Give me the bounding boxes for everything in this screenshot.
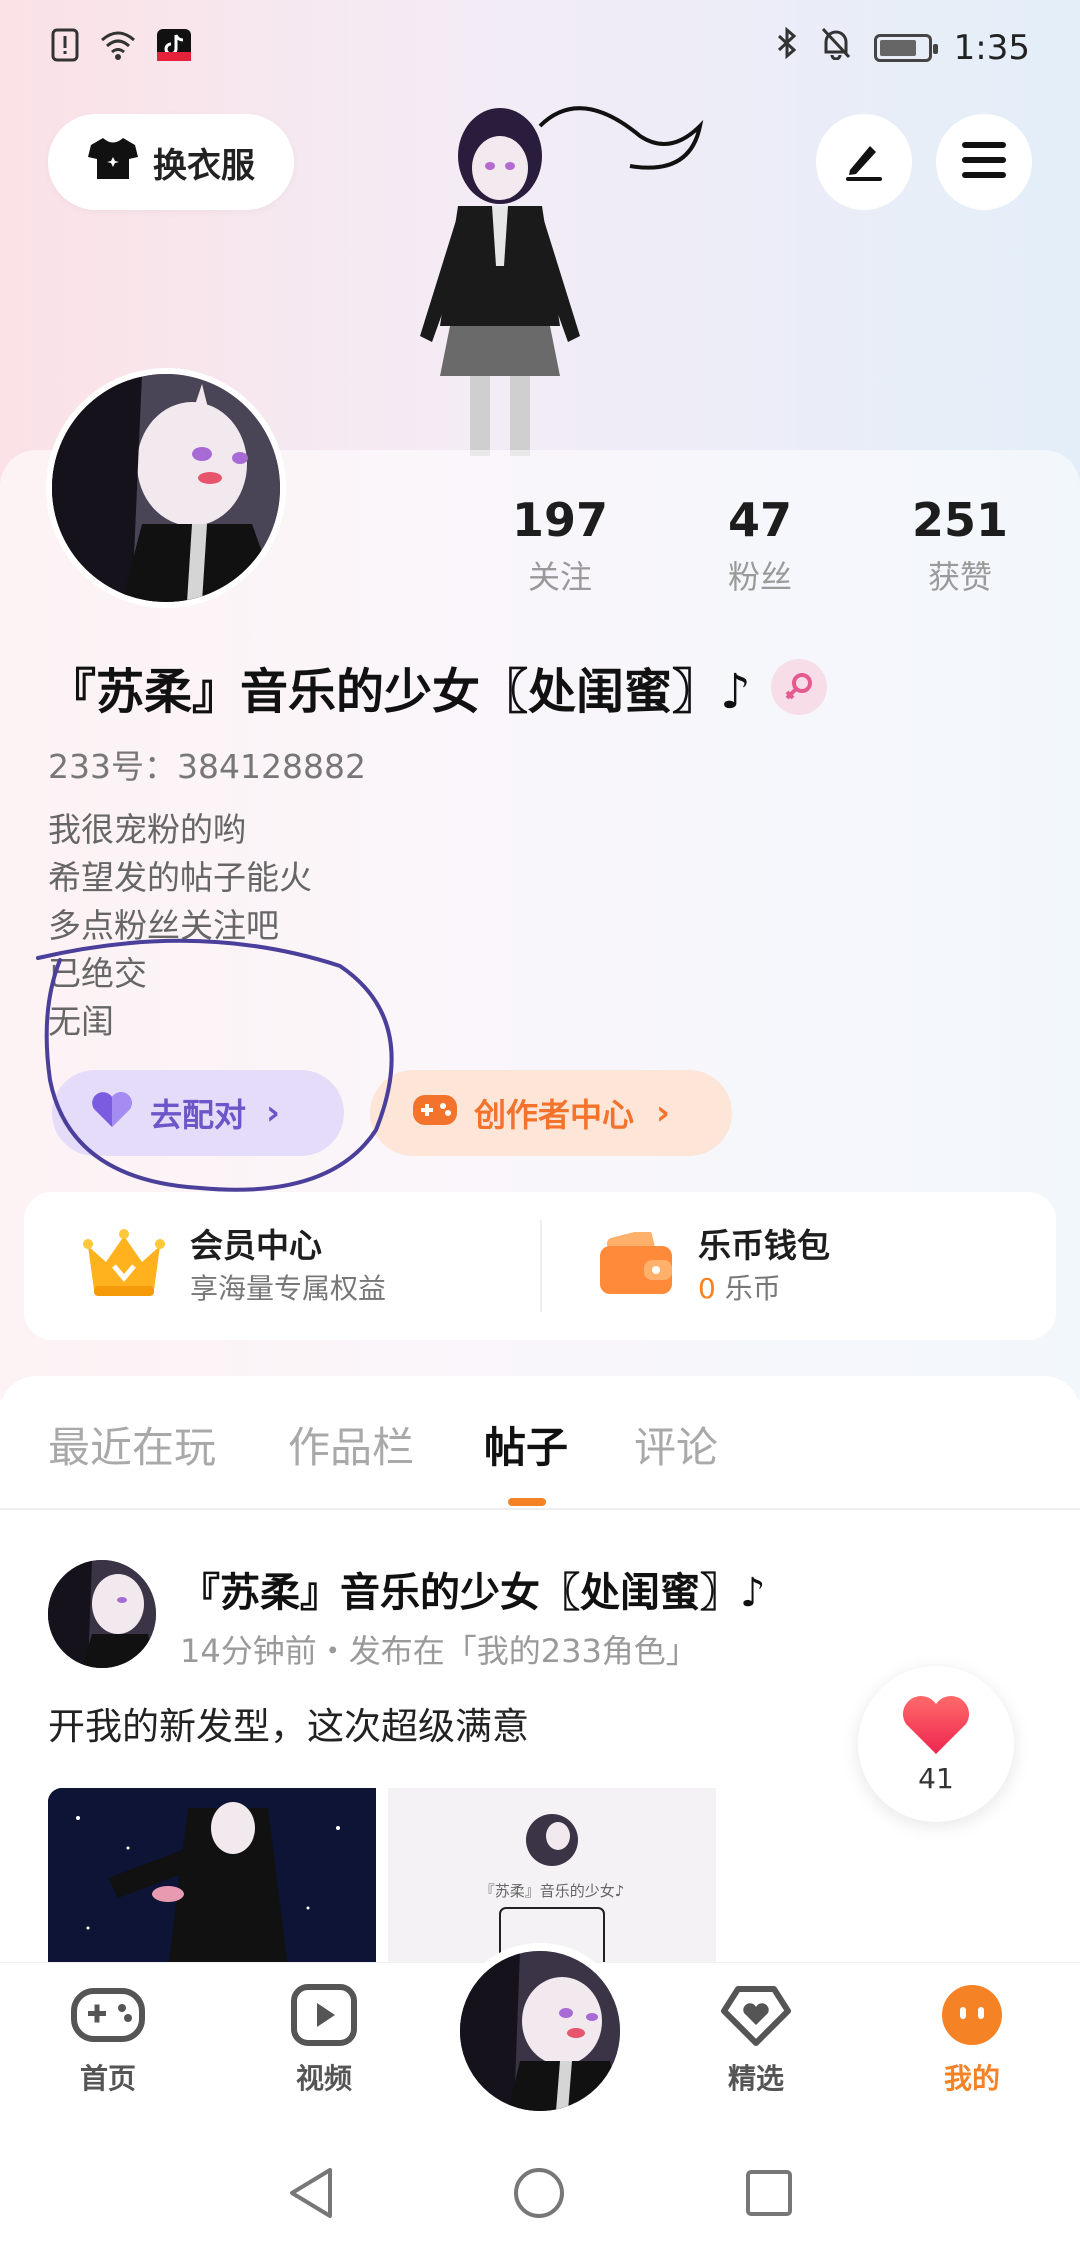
character-model[interactable] [400, 96, 720, 456]
edit-icon [840, 136, 888, 188]
post-text[interactable]: 开我的新发型，这次超级满意 [48, 1696, 529, 1750]
coin-amount: 0 [698, 1272, 716, 1305]
chevron-right-icon: › [266, 1093, 281, 1133]
bluetooth-icon [776, 26, 798, 69]
bio-line: 无闺 [48, 1002, 114, 1041]
status-bar: 1:35 [0, 0, 1080, 96]
vip-wallet-card: 会员中心 享海量专属权益 乐币钱包 0 乐币 [24, 1192, 1056, 1340]
nav-center-avatar-button[interactable] [452, 1943, 628, 2119]
change-outfit-label: 换衣服 [153, 145, 255, 186]
coin-wallet-title: 乐币钱包 [698, 1226, 830, 1265]
wifi-icon [98, 28, 138, 62]
back-triangle-icon[interactable] [286, 2166, 336, 2224]
coin-balance: 0 乐币 [698, 1269, 830, 1309]
user-id: 233号：384128882 [48, 747, 366, 786]
profile-nickname: 『苏柔』音乐的少女〖处闺蜜〗♪ [48, 652, 827, 722]
clock: 1:35 [953, 27, 1030, 68]
tab-works[interactable]: 作品栏 [288, 1414, 414, 1475]
edit-profile-button[interactable] [816, 114, 912, 210]
nav-video-label: 视频 [295, 2062, 352, 2095]
tab-comments[interactable]: 评论 [634, 1414, 718, 1475]
bio-line: 希望发的帖子能火 [48, 858, 312, 897]
profile-tabs: 最近在玩 作品栏 帖子 评论 [0, 1376, 1080, 1510]
nav-video[interactable]: 视频 [254, 1983, 394, 2097]
menu-button[interactable] [936, 114, 1032, 210]
creator-center-label: 创作者中心 [474, 1096, 635, 1134]
like-button[interactable]: 41 [858, 1666, 1014, 1822]
coin-wallet-entry[interactable]: 乐币钱包 0 乐币 [540, 1192, 1056, 1340]
change-outfit-button[interactable]: 换衣服 [48, 114, 294, 210]
alert-icon [50, 28, 80, 62]
following-label: 关注 [527, 558, 592, 596]
nav-home[interactable]: 首页 [38, 1983, 178, 2097]
play-icon [290, 1984, 358, 2051]
followers-stat[interactable]: 47 粉丝 [680, 488, 840, 602]
following-stat[interactable]: 197 关注 [480, 488, 640, 602]
post-image[interactable] [48, 1788, 376, 1968]
profile-bio: 我很宠粉的哟 希望发的帖子能火 多点粉丝关注吧 已绝交 无闺 [48, 806, 312, 1046]
heart-icon [88, 1089, 136, 1137]
chevron-right-icon: › [656, 1093, 671, 1133]
mute-icon [820, 26, 852, 69]
tiktok-icon [156, 28, 192, 62]
bio-line: 我很宠粉的哟 [48, 810, 246, 849]
nav-featured-label: 精选 [727, 2062, 784, 2095]
tab-posts[interactable]: 帖子 [484, 1414, 568, 1475]
likes-count: 251 [911, 493, 1009, 547]
recents-square-icon[interactable] [744, 2168, 794, 2222]
system-navigation-bar [0, 2142, 1080, 2244]
bottom-navigation: 首页 视频 精选 我的 [0, 1943, 1080, 2142]
gamepad-icon [412, 1091, 458, 1135]
nav-home-label: 首页 [79, 2062, 136, 2095]
profile-stats: 197 关注 47 粉丝 251 获赞 [480, 488, 1040, 602]
female-icon [770, 659, 827, 715]
vip-center-entry[interactable]: 会员中心 享海量专属权益 [24, 1192, 540, 1340]
followers-count: 47 [727, 493, 792, 547]
crown-icon [82, 1228, 166, 1304]
pair-label: 去配对 [150, 1096, 247, 1134]
active-tab-indicator [508, 1498, 546, 1506]
vip-center-title: 会员中心 [190, 1226, 322, 1265]
home-circle-icon[interactable] [512, 2166, 566, 2224]
gamepad-icon [70, 1988, 146, 2051]
face-icon [938, 1985, 1006, 2051]
post-image[interactable]: 『苏柔』音乐的少女♪ [388, 1788, 716, 1968]
like-count: 41 [918, 1761, 954, 1795]
bio-line: 多点粉丝关注吧 [48, 906, 279, 945]
nav-featured[interactable]: 精选 [686, 1983, 826, 2097]
followers-label: 粉丝 [727, 558, 792, 596]
heart-icon [900, 1694, 972, 1760]
wallet-icon [598, 1229, 674, 1300]
post-image-caption: 『苏柔』音乐的少女♪ [479, 1882, 625, 1900]
battery-icon [873, 33, 938, 62]
nav-mine-label: 我的 [943, 2062, 1000, 2095]
likes-label: 获赞 [927, 558, 992, 596]
pair-button[interactable]: 去配对 › [52, 1070, 344, 1156]
post-author-name[interactable]: 『苏柔』音乐的少女〖处闺蜜〗♪ [180, 1560, 766, 1618]
heart-diamond-icon [720, 1986, 792, 2051]
following-count: 197 [511, 493, 609, 547]
bio-line: 已绝交 [48, 954, 147, 993]
nav-mine[interactable]: 我的 [902, 1983, 1042, 2097]
nickname-text: 『苏柔』音乐的少女〖处闺蜜〗♪ [48, 664, 751, 720]
vip-center-subtitle: 享海量专属权益 [190, 1272, 387, 1305]
menu-icon [960, 138, 1008, 186]
likes-stat[interactable]: 251 获赞 [880, 488, 1040, 602]
coin-unit: 乐币 [724, 1272, 781, 1305]
post-meta: 14分钟前・发布在「我的233角色」 [180, 1632, 698, 1670]
shirt-icon [87, 135, 139, 190]
post-author-avatar[interactable] [48, 1560, 156, 1668]
creator-center-button[interactable]: 创作者中心 › [370, 1070, 732, 1156]
profile-avatar[interactable] [46, 368, 286, 608]
tab-recently-played[interactable]: 最近在玩 [48, 1414, 216, 1475]
